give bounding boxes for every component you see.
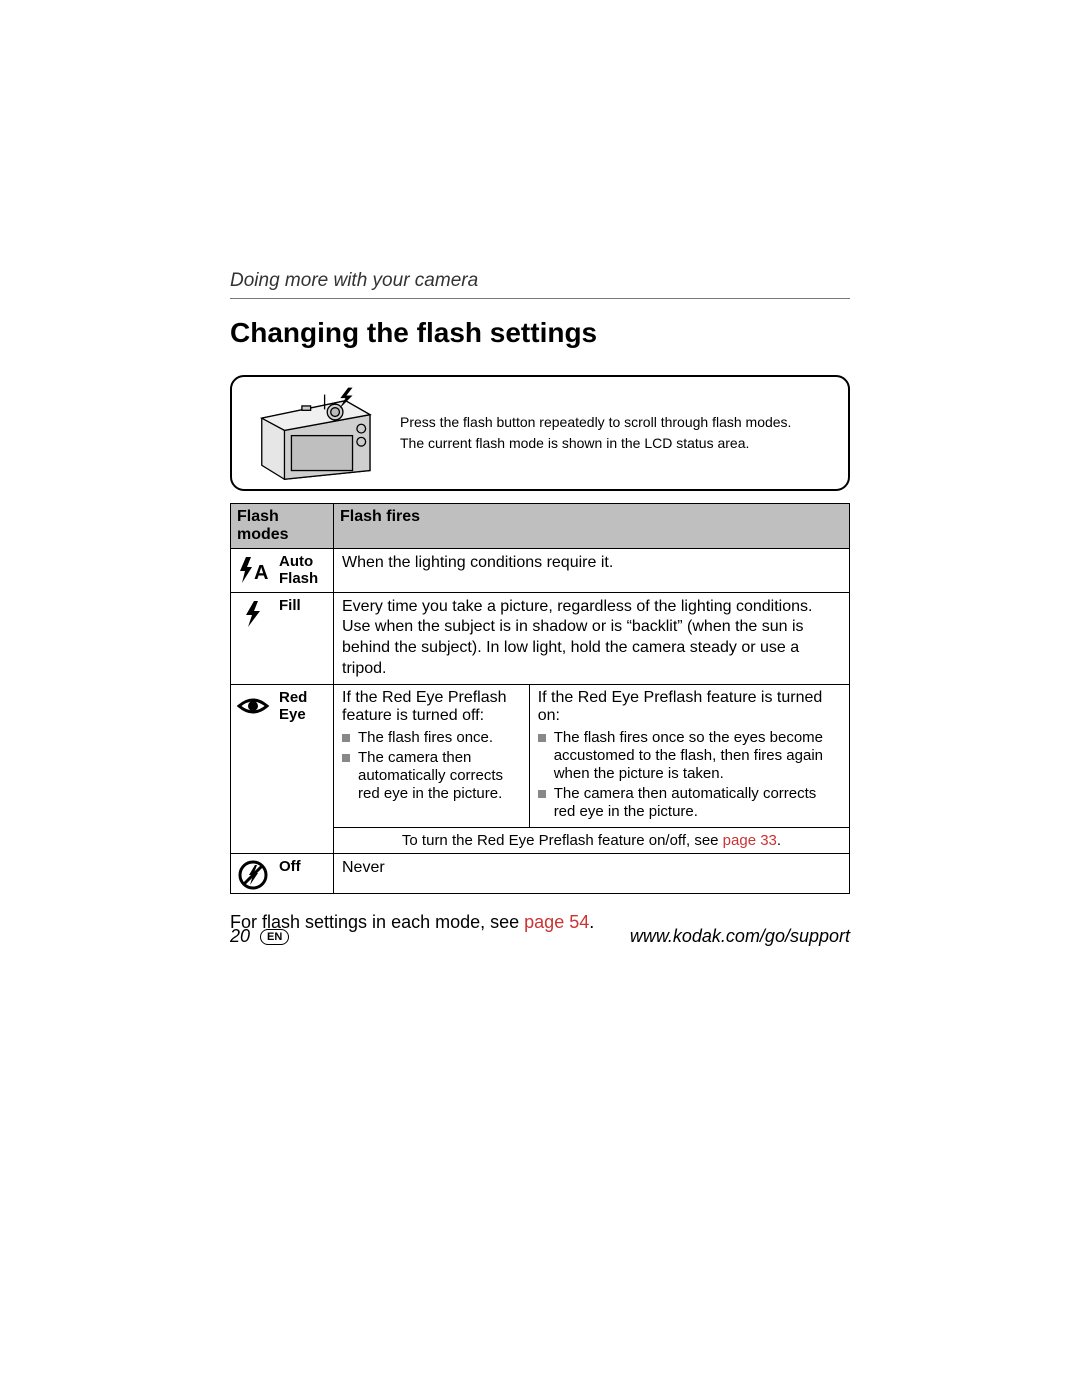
red-eye-icon [231,684,276,853]
table-row: Red Eye If the Red Eye Preflash feature … [231,684,850,853]
section-label: Doing more with your camera [230,270,850,292]
list-item: The flash fires once so the eyes become … [538,729,841,783]
table-row: Off Never [231,853,850,893]
language-badge: EN [260,929,289,945]
mode-desc: When the lighting conditions require it. [334,549,850,593]
figure-line: The current flash mode is shown in the L… [400,433,834,454]
mode-desc: Never [334,853,850,893]
col-header-modes: Flash modes [231,504,334,549]
page-number: 20 [230,926,250,947]
list-item: The flash fires once. [342,729,521,747]
mode-desc: If the Red Eye Preflash feature is turne… [334,684,850,853]
mode-label: Red Eye [275,684,334,853]
page-link[interactable]: page 33 [723,832,777,849]
figure-line: Press the flash button repeatedly to scr… [400,412,834,433]
fill-flash-icon [231,592,276,684]
redeye-toggle-note: To turn the Red Eye Preflash feature on/… [334,828,849,853]
table-row: Fill Every time you take a picture, rega… [231,592,850,684]
col-header-fires: Flash fires [334,504,850,549]
mode-label: Auto Flash [275,549,334,593]
flash-modes-table: Flash modes Flash fires A Auto Flash Whe… [230,503,850,894]
page-footer: 20 EN www.kodak.com/go/support [230,926,850,947]
mode-label: Fill [275,592,334,684]
list-item: The camera then automatically corrects r… [538,785,841,821]
redeye-on-title: If the Red Eye Preflash feature is turne… [538,689,841,725]
page-title: Changing the flash settings [230,317,850,349]
manual-page: Doing more with your camera Changing the… [0,0,1080,1397]
divider [230,298,850,299]
table-row: A Auto Flash When the lighting condition… [231,549,850,593]
flash-off-icon [231,853,276,893]
list-item: The camera then automatically corrects r… [342,749,521,803]
figure-caption: Press the flash button repeatedly to scr… [390,412,834,454]
auto-flash-icon: A [231,549,276,593]
redeye-off-title: If the Red Eye Preflash feature is turne… [342,689,521,725]
camera-illustration [240,385,390,481]
support-url: www.kodak.com/go/support [630,926,850,947]
mode-desc: Every time you take a picture, regardles… [334,592,850,684]
mode-label: Off [275,853,334,893]
instruction-figure: Press the flash button repeatedly to scr… [230,375,850,491]
svg-text:A: A [254,562,268,584]
